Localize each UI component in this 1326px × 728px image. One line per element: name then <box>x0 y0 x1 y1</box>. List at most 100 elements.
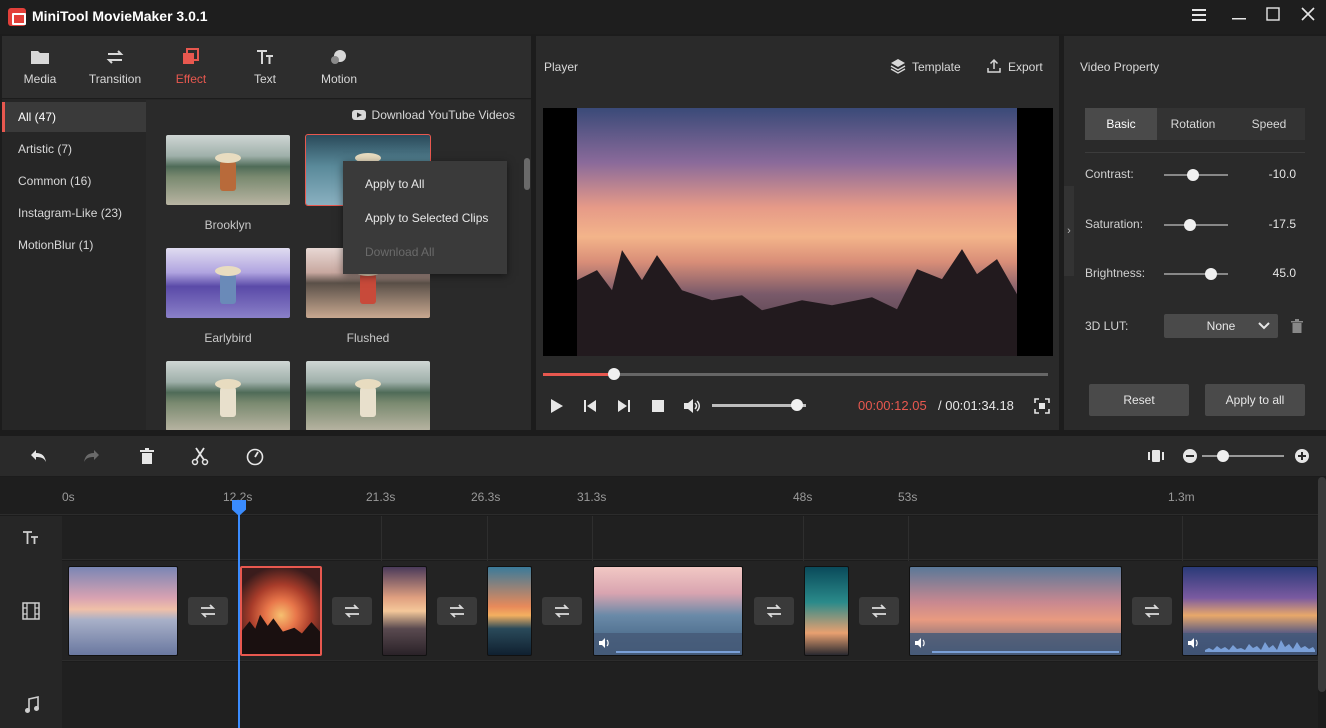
transition-slot-4[interactable] <box>542 597 582 625</box>
tab-text-label: Text <box>254 72 276 86</box>
speed-icon[interactable] <box>245 446 265 466</box>
volume-slider[interactable] <box>712 404 806 407</box>
video-clip-4[interactable] <box>487 566 532 656</box>
transition-slot-3[interactable] <box>437 597 477 625</box>
video-clip-3[interactable] <box>382 566 427 656</box>
zoom-in-icon[interactable] <box>1292 446 1312 466</box>
player-title: Player <box>544 60 578 74</box>
menu-download-all: Download All <box>343 236 507 268</box>
effect-thumb-brooklyn[interactable] <box>166 135 290 205</box>
text-icon <box>255 48 275 66</box>
video-preview[interactable] <box>543 108 1053 356</box>
category-motionblur[interactable]: MotionBlur (1) <box>2 230 146 260</box>
transition-slot-1[interactable] <box>188 597 228 625</box>
menu-icon[interactable] <box>1188 6 1210 28</box>
property-tabs: Basic Rotation Speed <box>1085 108 1305 140</box>
text-track[interactable] <box>62 516 1318 560</box>
transition-slot-7[interactable] <box>1132 597 1172 625</box>
folder-icon <box>30 48 50 66</box>
effect-thumb-row3-b[interactable] <box>306 361 430 430</box>
tab-transition[interactable]: Transition <box>77 46 153 94</box>
effect-thumb-row3-a[interactable] <box>166 361 290 430</box>
contrast-handle[interactable] <box>1187 169 1199 181</box>
export-label: Export <box>1008 60 1043 74</box>
template-label: Template <box>912 60 961 74</box>
tab-motion[interactable]: Motion <box>301 46 377 94</box>
playhead[interactable] <box>238 500 240 728</box>
prev-frame-icon[interactable] <box>580 396 600 416</box>
transition-slot-5[interactable] <box>754 597 794 625</box>
text-track-icon <box>22 530 40 549</box>
tab-media[interactable]: Media <box>2 46 78 94</box>
grid-line <box>381 516 382 561</box>
reset-button[interactable]: Reset <box>1089 384 1189 416</box>
undo-icon[interactable] <box>28 446 48 466</box>
download-youtube-link[interactable]: Download YouTube Videos <box>352 108 515 122</box>
stop-icon[interactable] <box>648 396 668 416</box>
export-button[interactable]: Export <box>986 58 1043 74</box>
maximize-icon[interactable] <box>1262 6 1284 28</box>
close-icon[interactable] <box>1297 6 1319 28</box>
timeline-scrollbar[interactable] <box>1318 477 1326 692</box>
tab-media-label: Media <box>24 72 57 86</box>
minimize-icon[interactable] <box>1228 6 1250 28</box>
tab-text[interactable]: Text <box>227 46 303 94</box>
play-icon[interactable] <box>546 396 566 416</box>
menu-apply-to-selected[interactable]: Apply to Selected Clips <box>343 202 507 234</box>
zoom-out-icon[interactable] <box>1180 446 1200 466</box>
category-instagram-like[interactable]: Instagram-Like (23) <box>2 198 146 228</box>
apply-to-all-button[interactable]: Apply to all <box>1205 384 1305 416</box>
youtube-icon <box>352 110 366 120</box>
ruler-tick: 0s <box>62 490 75 504</box>
tab-effect[interactable]: Effect <box>153 46 229 94</box>
menu-apply-to-all[interactable]: Apply to All <box>343 168 507 200</box>
effect-label-earlybird: Earlybird <box>166 331 290 345</box>
redo-icon[interactable] <box>82 446 102 466</box>
grid-line <box>487 516 488 561</box>
saturation-slider[interactable] <box>1164 224 1228 226</box>
collapse-panel-handle[interactable]: › <box>1064 186 1074 276</box>
video-clip-5[interactable] <box>593 566 743 656</box>
effect-thumb-earlybird[interactable] <box>166 248 290 318</box>
delete-icon[interactable] <box>137 446 157 466</box>
audio-track[interactable] <box>62 662 1318 728</box>
effects-scrollbar[interactable] <box>524 158 530 190</box>
volume-icon[interactable] <box>682 396 702 416</box>
category-common[interactable]: Common (16) <box>2 166 146 196</box>
app-title: MiniTool MovieMaker 3.0.1 <box>32 8 208 24</box>
transition-slot-2[interactable] <box>332 597 372 625</box>
video-clip-2-selected[interactable] <box>240 566 322 656</box>
video-clip-7[interactable] <box>909 566 1122 656</box>
tab-basic[interactable]: Basic <box>1085 108 1157 140</box>
next-frame-icon[interactable] <box>614 396 634 416</box>
chevron-down-icon <box>1258 321 1270 331</box>
fullscreen-icon[interactable] <box>1032 396 1052 416</box>
effect-label-brooklyn: Brooklyn <box>166 218 290 232</box>
tab-speed[interactable]: Speed <box>1233 108 1305 140</box>
trash-icon[interactable] <box>1290 319 1304 333</box>
zoom-slider[interactable] <box>1202 455 1284 457</box>
category-artistic[interactable]: Artistic (7) <box>2 134 146 164</box>
transition-slot-6[interactable] <box>859 597 899 625</box>
brightness-slider[interactable] <box>1164 273 1228 275</box>
zoom-handle[interactable] <box>1217 450 1229 462</box>
timeline-ruler[interactable]: 0s 12.2s 21.3s 26.3s 31.3s 48s 53s 1.3m <box>0 477 1326 515</box>
video-clip-6[interactable] <box>804 566 849 656</box>
fit-timeline-icon[interactable] <box>1146 446 1166 466</box>
volume-handle[interactable] <box>791 399 803 411</box>
category-all[interactable]: All (47) <box>2 102 146 132</box>
video-clip-8[interactable] <box>1182 566 1318 656</box>
contrast-slider[interactable] <box>1164 174 1228 176</box>
saturation-handle[interactable] <box>1184 219 1196 231</box>
saturation-value: -17.5 <box>1244 217 1296 231</box>
seek-bar[interactable] <box>543 373 1048 376</box>
grid-line <box>908 516 909 561</box>
lut-dropdown[interactable]: None <box>1164 314 1278 338</box>
audio-track-icon <box>24 696 40 717</box>
seek-handle[interactable] <box>608 368 620 380</box>
split-scissors-icon[interactable] <box>190 446 210 466</box>
template-button[interactable]: Template <box>890 58 961 74</box>
tab-rotation[interactable]: Rotation <box>1157 108 1229 140</box>
video-clip-1[interactable] <box>68 566 178 656</box>
brightness-handle[interactable] <box>1205 268 1217 280</box>
